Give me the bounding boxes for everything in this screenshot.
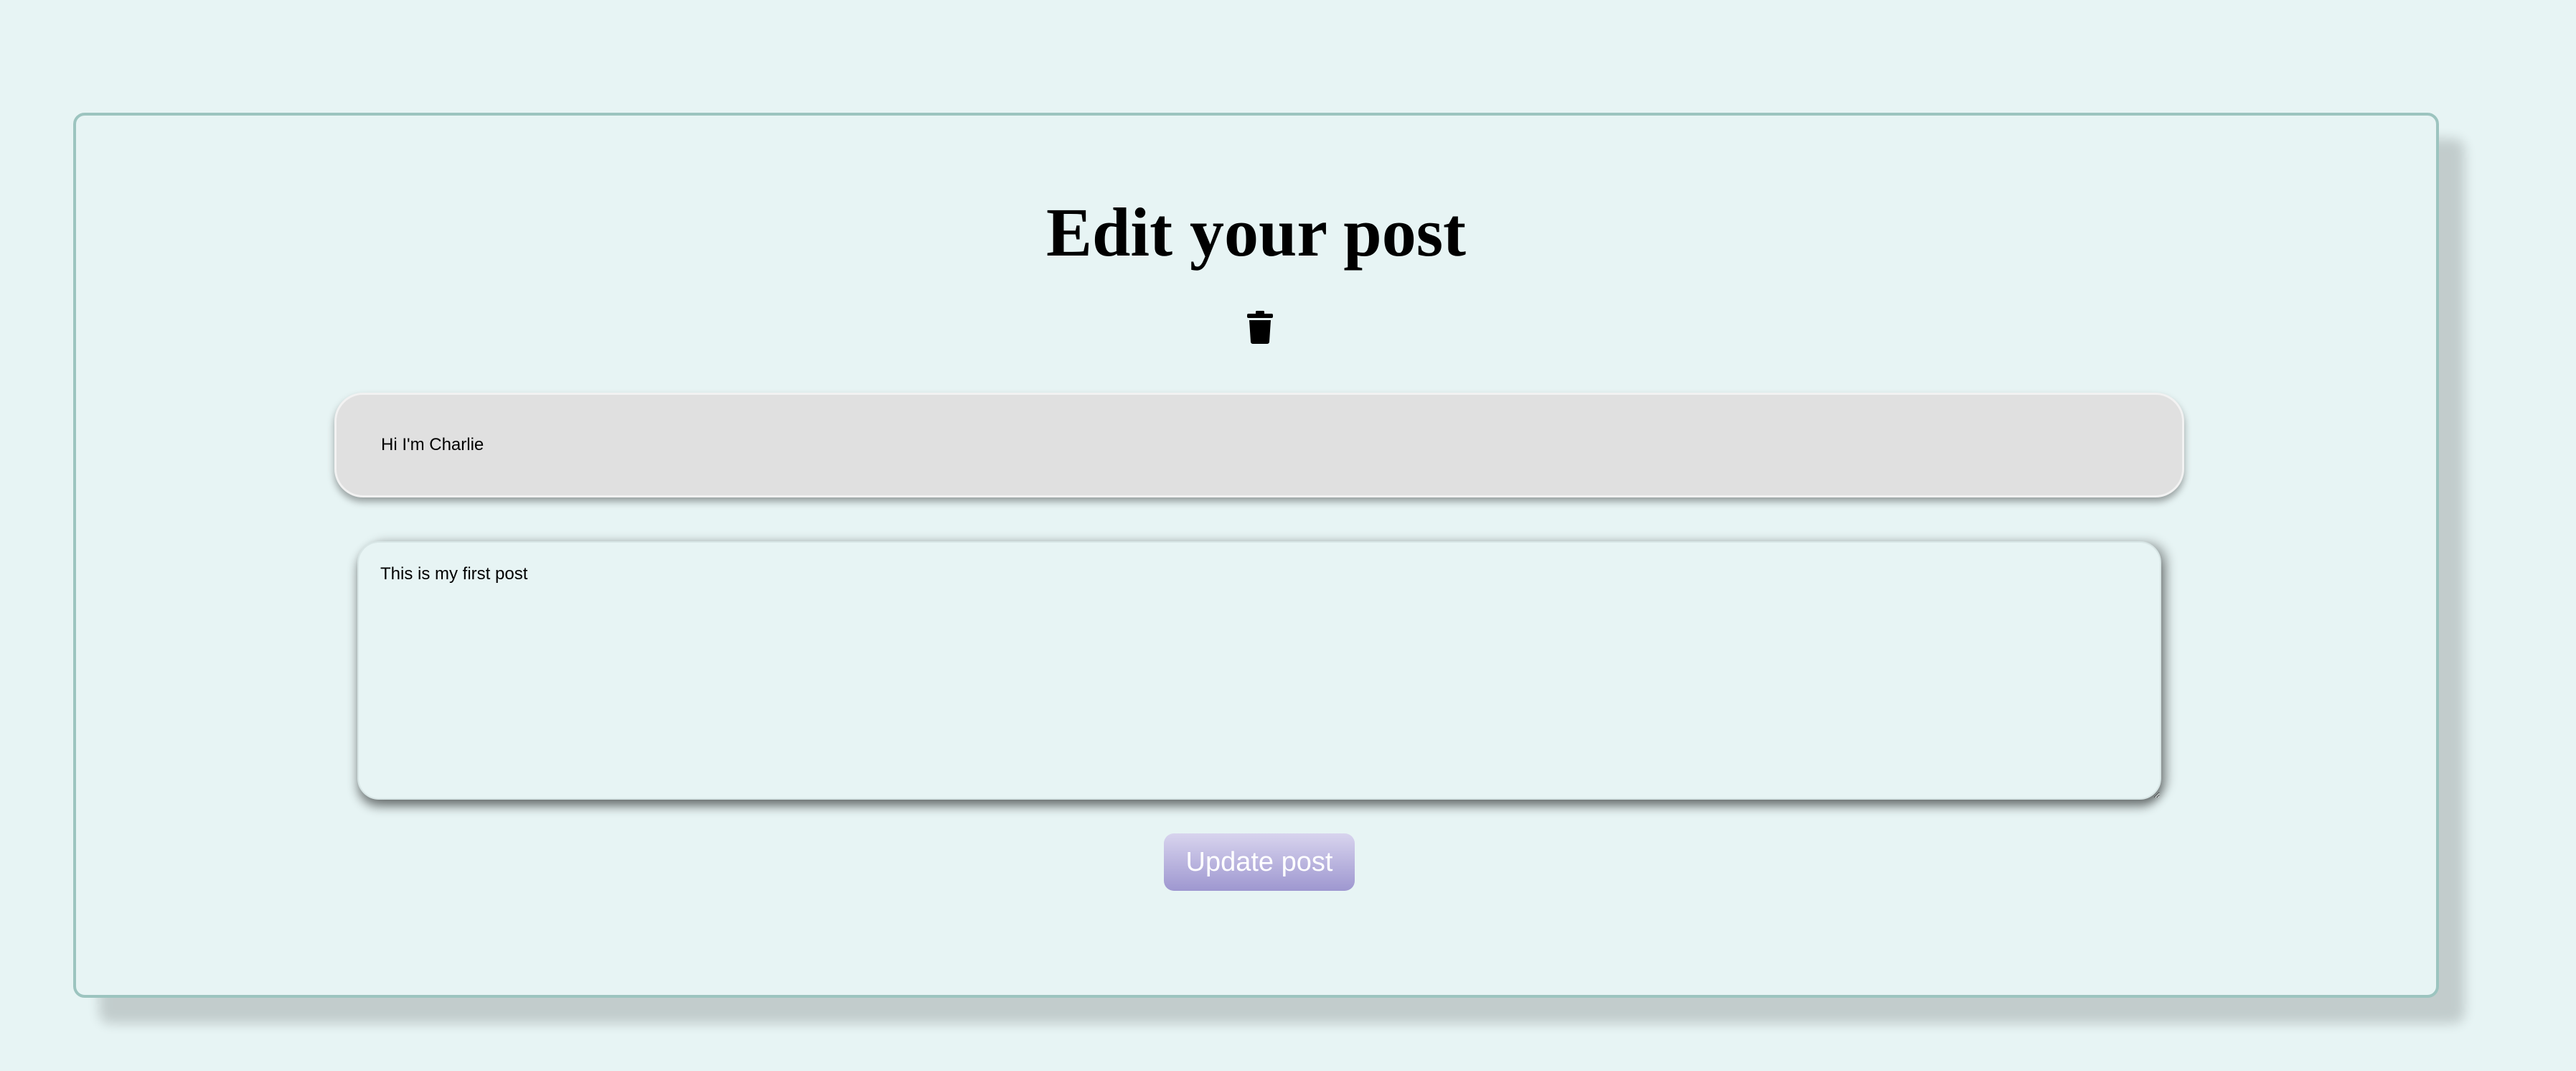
trash-icon: [1247, 311, 1273, 344]
delete-post-button[interactable]: [1246, 311, 1274, 344]
page-title: Edit your post: [1045, 194, 1467, 271]
post-body-textarea[interactable]: This is my first post: [357, 541, 2161, 800]
edit-post-card: Edit your post This is my first post Upd…: [73, 113, 2439, 998]
post-title-input[interactable]: [334, 393, 2184, 497]
update-post-button[interactable]: Update post: [1164, 833, 1355, 891]
